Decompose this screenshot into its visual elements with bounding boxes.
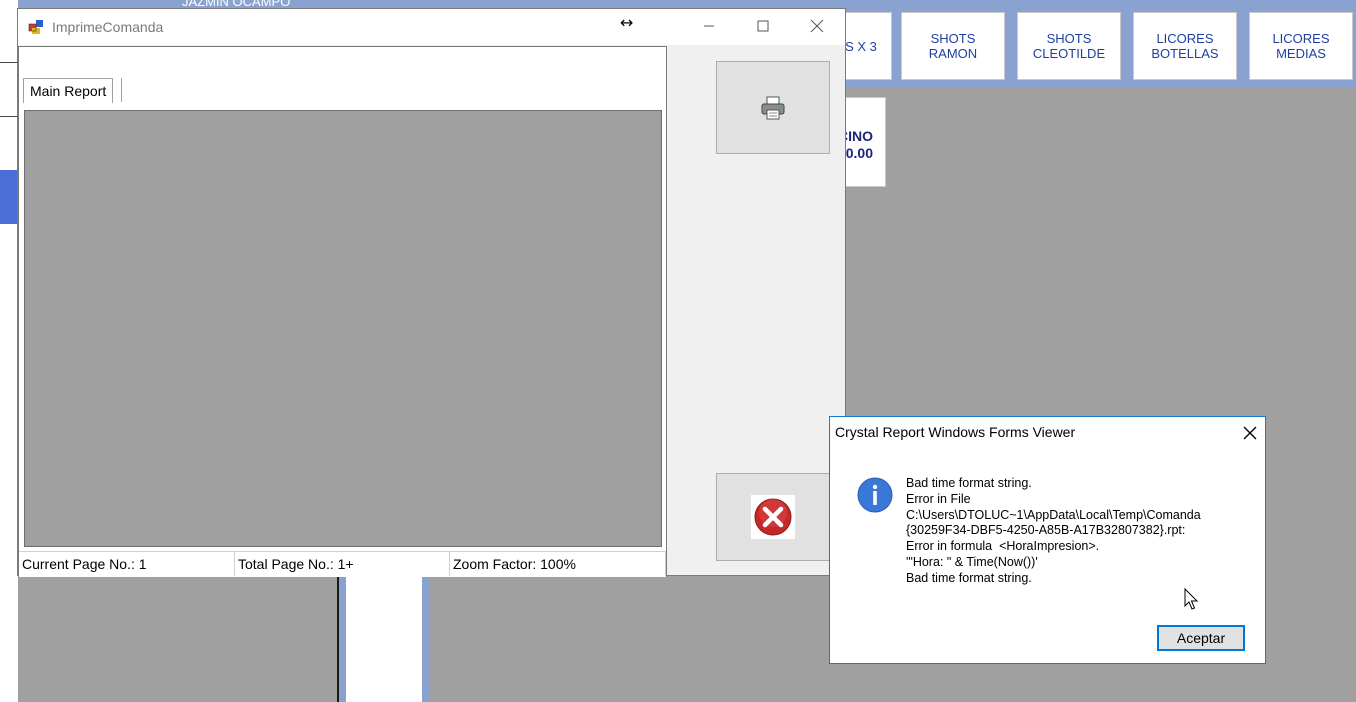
app-form-icon — [28, 19, 44, 35]
message-line: Bad time format string. — [906, 570, 1032, 585]
pos-column — [339, 577, 346, 702]
product-price: 0.00 — [845, 145, 873, 161]
dialog-message: Bad time format string. Error in File C:… — [906, 476, 1201, 587]
maximize-button[interactable] — [740, 9, 786, 43]
printer-icon — [761, 96, 785, 119]
status-current-page: Current Page No.: 1 — [19, 552, 235, 576]
category-button[interactable]: LICORES MEDIAS — [1249, 12, 1353, 80]
category-button[interactable]: LICORES BOTELLAS — [1133, 12, 1237, 80]
tab-separator — [121, 78, 122, 102]
info-icon — [857, 477, 893, 513]
pos-left-panel — [0, 0, 18, 702]
minimize-button[interactable] — [686, 9, 732, 43]
pos-column — [346, 577, 422, 702]
crystal-report-viewer: Main Report Current Page No.: 1 Total Pa… — [18, 46, 667, 577]
close-icon — [1243, 426, 1257, 440]
window-titlebar[interactable]: ImprimeComanda ↔ — [18, 9, 845, 45]
close-button[interactable] — [794, 9, 840, 43]
error-dialog: Crystal Report Windows Forms Viewer Bad … — [829, 416, 1266, 664]
message-line: Error in formula <HoraImpresion>. — [906, 539, 1100, 554]
mouse-cursor-icon — [1184, 588, 1199, 610]
pos-column — [422, 577, 430, 702]
close-icon — [810, 19, 824, 33]
print-button[interactable] — [716, 61, 830, 154]
maximize-icon — [757, 20, 769, 32]
cancel-icon — [751, 495, 795, 539]
status-zoom: Zoom Factor: 100% — [450, 552, 666, 576]
message-line: {30259F34-DBF5-4250-A85B-A17B32807382}.r… — [906, 523, 1186, 538]
report-preview-area[interactable] — [24, 110, 662, 547]
dialog-title: Crystal Report Windows Forms Viewer — [835, 424, 1076, 440]
pos-left-selected-item[interactable] — [0, 170, 18, 224]
category-button[interactable]: SHOTS RAMON — [901, 12, 1005, 80]
message-line: Error in File — [906, 491, 971, 506]
imprime-comanda-window: ImprimeComanda ↔ Main Report Current Pag… — [17, 8, 846, 577]
cancel-button[interactable] — [716, 473, 830, 561]
status-bar: Current Page No.: 1 Total Page No.: 1+ Z… — [19, 551, 666, 577]
pos-left-divider — [0, 116, 18, 117]
ok-button[interactable]: Aceptar — [1157, 625, 1245, 651]
pos-left-divider — [0, 62, 18, 63]
status-total-pages: Total Page No.: 1+ — [235, 552, 450, 576]
tab-main-report[interactable]: Main Report — [23, 78, 114, 103]
category-button[interactable]: SHOTS CLEOTILDE — [1017, 12, 1121, 80]
message-line: C:\Users\DTOLUC~1\AppData\Local\Temp\Com… — [906, 507, 1201, 522]
resize-cursor-icon: ↔ — [620, 13, 634, 32]
message-line: Bad time format string. — [906, 476, 1032, 490]
message-line: '"Hora: " & Time(Now())' — [906, 554, 1038, 569]
window-title: ImprimeComanda — [52, 19, 164, 35]
dialog-close-button[interactable] — [1243, 420, 1257, 445]
minimize-icon — [704, 25, 714, 27]
